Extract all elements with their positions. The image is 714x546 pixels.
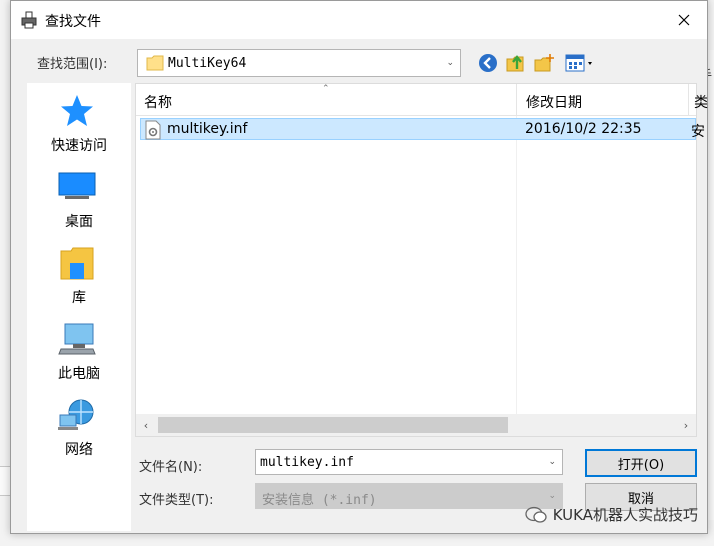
filename-field[interactable]: ⌄	[255, 449, 563, 475]
place-label: 桌面	[65, 214, 93, 230]
file-type: 安	[691, 124, 705, 140]
column-guide	[516, 116, 517, 414]
chevron-down-icon[interactable]: ⌄	[548, 457, 556, 467]
place-network[interactable]: 网络	[27, 391, 131, 463]
back-button[interactable]	[477, 52, 499, 74]
file-date: 2016/10/2 22:35	[525, 121, 642, 137]
place-label: 网络	[65, 442, 93, 458]
watermark-text: KUKA机器人实战技巧	[552, 506, 698, 524]
list-item[interactable]: multikey.inf 2016/10/2 22:35 安	[140, 118, 705, 140]
printer-icon	[21, 11, 37, 29]
file-list: ⌃ 名称 修改日期 类 multikey.inf 2016/10/2 22:35…	[135, 83, 708, 437]
close-icon	[678, 14, 690, 26]
folder-icon	[146, 55, 164, 71]
new-folder-icon	[534, 54, 554, 72]
view-menu-icon	[565, 54, 592, 72]
settings-file-icon	[145, 120, 161, 140]
place-desktop[interactable]: 桌面	[27, 163, 131, 235]
up-folder-icon	[506, 55, 524, 72]
back-arrow-icon	[479, 54, 497, 72]
place-quick-access[interactable]: 快速访问	[27, 87, 131, 159]
sort-caret-icon: ⌃	[322, 84, 330, 94]
chevron-down-icon: ⌄	[548, 491, 556, 501]
scroll-thumb[interactable]	[158, 417, 508, 433]
open-button[interactable]: 打开(O)	[585, 449, 697, 477]
star-icon	[61, 95, 93, 126]
desktop-icon	[58, 172, 96, 199]
filetype-dropdown[interactable]: 安装信息 (*.inf) ⌄	[255, 483, 563, 509]
file-dialog: 查找文件 查找范围(I): MultiKey64 ⌄ 快速访问 桌面 库 此电脑…	[10, 0, 708, 534]
filetype-label: 文件类型(T):	[139, 493, 214, 508]
column-header-type[interactable]: 类	[694, 92, 708, 112]
place-label: 库	[72, 290, 86, 306]
view-menu-button[interactable]	[563, 52, 597, 74]
filetype-value: 安装信息 (*.inf)	[262, 493, 377, 508]
horizontal-scrollbar[interactable]: ‹ ›	[136, 414, 696, 436]
lookin-dropdown[interactable]: MultiKey64 ⌄	[137, 49, 461, 77]
lookin-value: MultiKey64	[168, 56, 247, 71]
column-separator[interactable]	[516, 84, 517, 116]
column-header-name[interactable]: 名称	[144, 92, 172, 112]
list-header: ⌃ 名称 修改日期 类	[136, 84, 708, 116]
filename-input[interactable]	[260, 453, 530, 471]
place-label: 此电脑	[58, 366, 100, 382]
place-this-pc[interactable]: 此电脑	[27, 315, 131, 387]
file-name: multikey.inf	[167, 121, 248, 137]
library-icon	[60, 247, 94, 280]
new-folder-button[interactable]	[533, 52, 555, 74]
background-field	[0, 466, 10, 496]
lookin-label: 查找范围(I):	[37, 57, 108, 72]
chevron-down-icon: ⌄	[446, 58, 454, 68]
column-header-date[interactable]: 修改日期	[526, 92, 582, 112]
scroll-right-icon[interactable]: ›	[678, 417, 694, 433]
wechat-icon	[525, 506, 547, 523]
filename-label: 文件名(N):	[139, 460, 203, 475]
close-button[interactable]	[661, 1, 707, 39]
up-folder-button[interactable]	[505, 52, 527, 74]
watermark: KUKA机器人实战技巧	[525, 504, 698, 525]
dialog-title: 查找文件	[45, 14, 101, 30]
place-label: 快速访问	[51, 138, 107, 154]
title-bar: 查找文件	[11, 1, 707, 39]
scroll-left-icon[interactable]: ‹	[138, 417, 154, 433]
column-separator[interactable]	[688, 84, 689, 116]
place-library[interactable]: 库	[27, 239, 131, 311]
places-bar: 快速访问 桌面 库 此电脑 网络	[27, 83, 131, 531]
network-icon	[58, 399, 94, 430]
computer-icon	[58, 323, 96, 355]
